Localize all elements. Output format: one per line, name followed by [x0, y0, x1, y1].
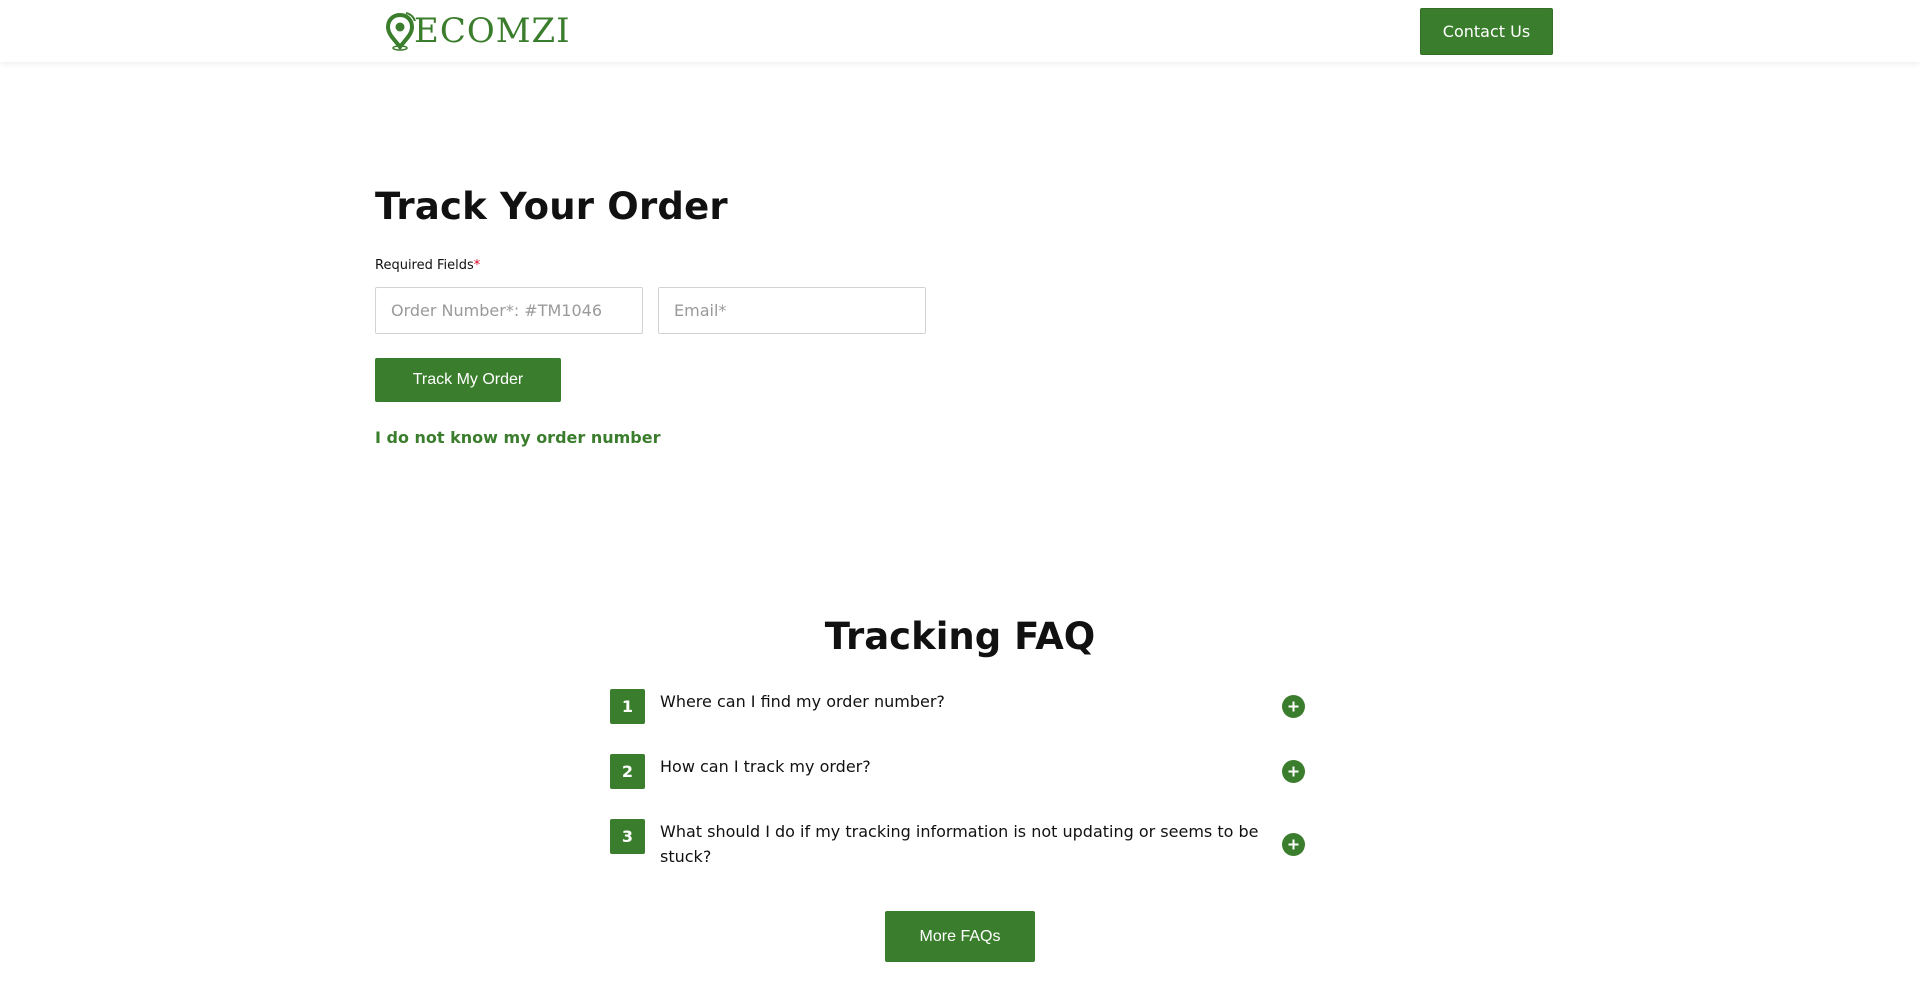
location-pin-icon	[384, 11, 418, 51]
brand-logo[interactable]: ECOMZI	[384, 10, 571, 52]
more-faqs-button[interactable]: More FAQs	[885, 911, 1035, 962]
faq-question: Where can I find my order number?	[660, 692, 945, 711]
faq-item-1[interactable]: 1 Where can I find my order number?	[610, 689, 1307, 724]
faq-number-badge: 3	[610, 819, 645, 854]
order-number-input[interactable]	[375, 287, 643, 334]
contact-us-button[interactable]: Contact Us	[1420, 8, 1553, 55]
faq-question: How can I track my order?	[660, 757, 871, 776]
plus-circle-icon[interactable]	[1282, 760, 1305, 783]
faq-number-badge: 2	[610, 754, 645, 789]
faq-item-2[interactable]: 2 How can I track my order?	[610, 754, 1307, 789]
plus-circle-icon[interactable]	[1282, 833, 1305, 856]
track-my-order-button[interactable]: Track My Order	[375, 358, 561, 402]
plus-circle-icon[interactable]	[1282, 695, 1305, 718]
faq-number-badge: 1	[610, 689, 645, 724]
brand-logo-text: ECOMZI	[414, 11, 571, 51]
unknown-order-number-link[interactable]: I do not know my order number	[375, 426, 660, 450]
required-asterisk: *	[473, 258, 481, 273]
faq-question: What should I do if my tracking informat…	[660, 822, 1259, 866]
email-input[interactable]	[658, 287, 926, 334]
faq-title: Tracking FAQ	[824, 615, 1096, 658]
required-fields-note: Required Fields*	[375, 257, 480, 275]
site-header: ECOMZI Contact Us	[0, 0, 1920, 62]
page-title: Track Your Order	[375, 185, 728, 228]
faq-item-3[interactable]: 3 What should I do if my tracking inform…	[610, 819, 1307, 869]
required-fields-label: Required Fields	[375, 258, 474, 273]
